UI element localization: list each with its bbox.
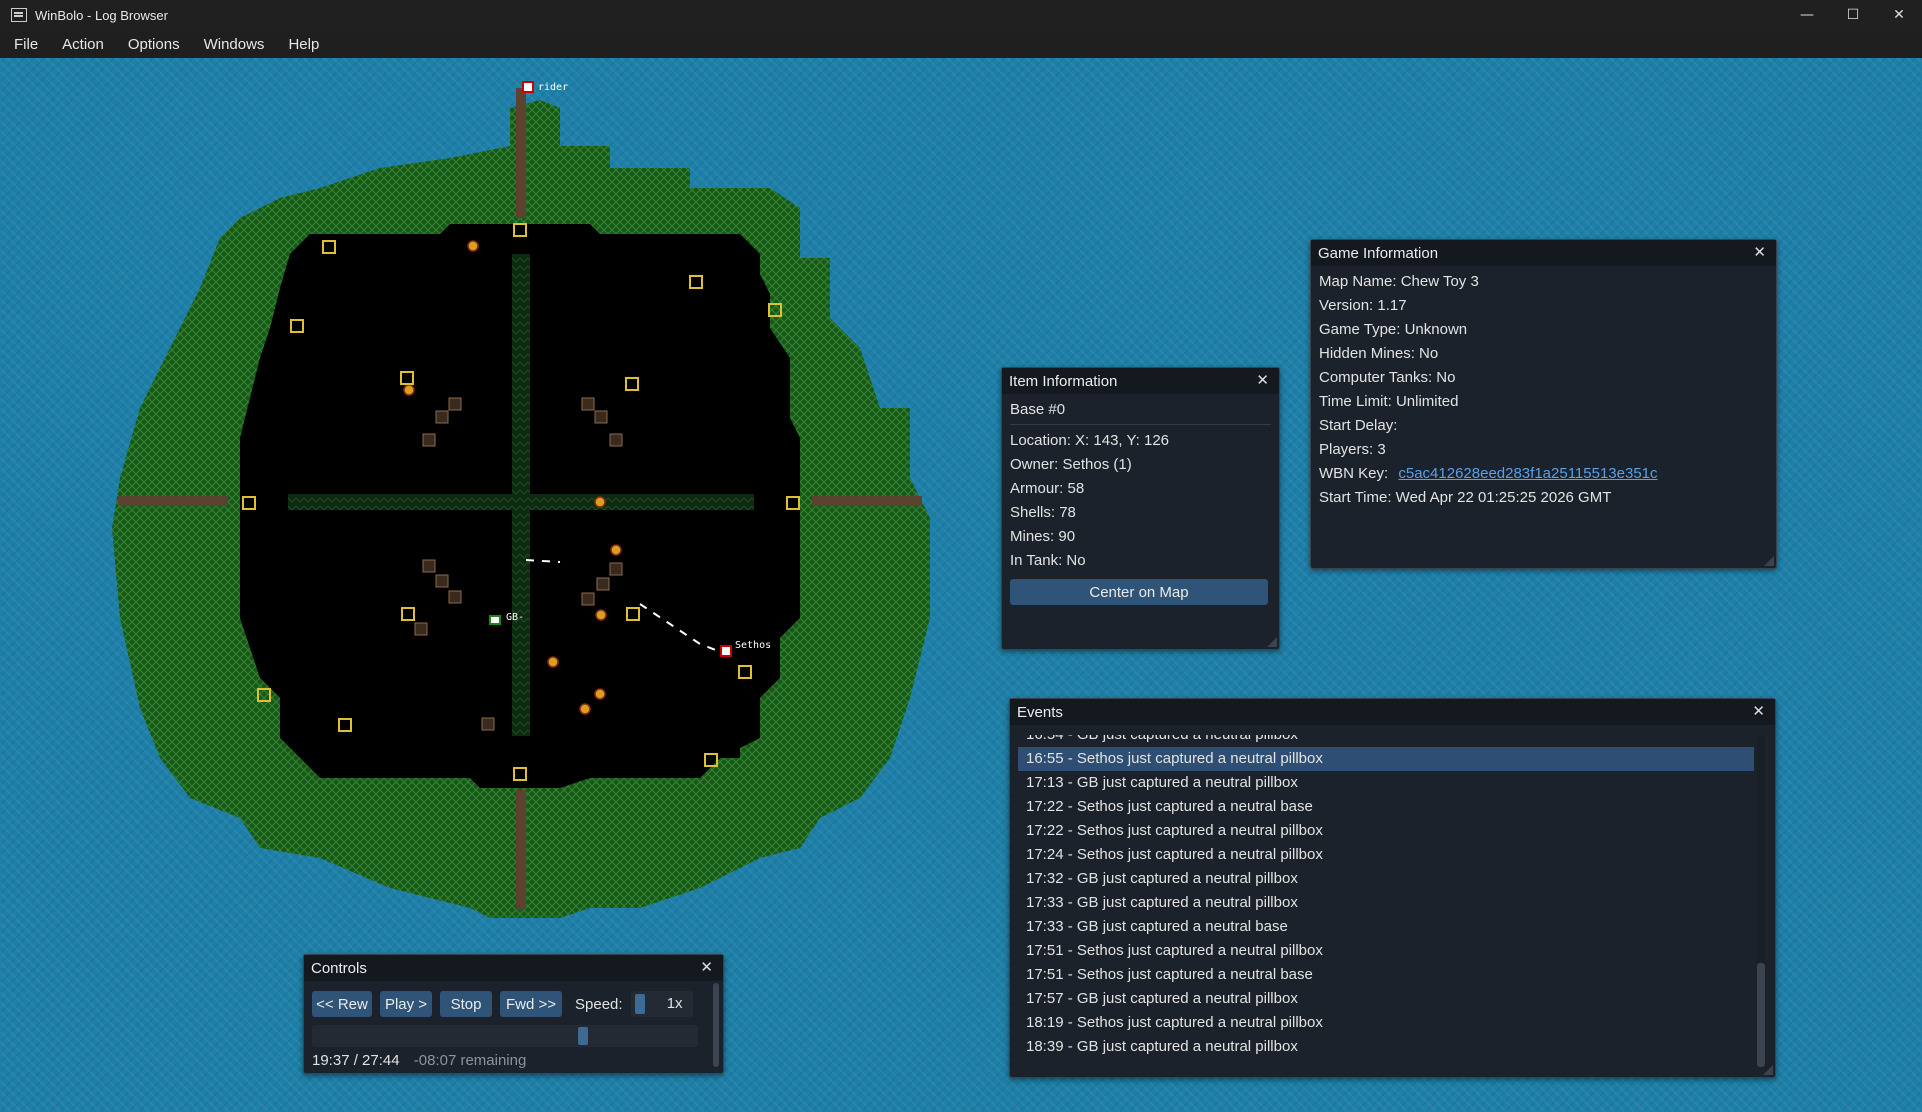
event-item-partial[interactable]: 16:54 - GB just captured a neutral pillb… [1018,735,1754,747]
item-info-title: Item Information [1009,372,1118,390]
forward-button[interactable]: Fwd >> [500,991,562,1017]
time-remaining: -08:07 remaining [413,1052,527,1069]
event-item[interactable]: 17:32 - GB just captured a neutral pillb… [1018,867,1754,891]
item-info-shells: Shells: 78 [1010,504,1076,521]
game-info-close-icon[interactable]: ✕ [1753,243,1766,261]
event-item[interactable]: 17:33 - GB just captured a neutral pillb… [1018,891,1754,915]
event-item[interactable]: 18:19 - Sethos just captured a neutral p… [1018,1011,1754,1035]
progress-thumb[interactable] [578,1027,588,1045]
item-info-armour: Armour: 58 [1010,480,1085,497]
game-info-start-time: Start Time: Wed Apr 22 01:25:25 2026 GMT [1319,489,1612,506]
menu-action[interactable]: Action [52,36,114,53]
player-gb-marker [489,615,501,625]
event-item[interactable]: 17:51 - Sethos just captured a neutral b… [1018,963,1754,987]
window-title: WinBolo - Log Browser [35,7,168,23]
close-window-icon[interactable]: ✕ [1876,0,1922,30]
game-info-title: Game Information [1318,244,1439,262]
wbn-key-link[interactable]: c5ac412628eed283f1a25115513e351c [1398,465,1657,482]
game-info-players: Players: 3 [1319,441,1386,458]
item-info-panel: Item Information ✕ Base #0 Location: X: … [1001,367,1280,650]
maximize-icon[interactable]: ☐ [1830,0,1876,30]
game-info-computer-tanks: Computer Tanks: No [1319,369,1456,386]
road-north [516,88,526,218]
speed-slider[interactable]: 1x [630,991,693,1017]
item-info-close-icon[interactable]: ✕ [1256,371,1269,389]
events-panel: Events ✕ 16:54 - GB just captured a neut… [1009,698,1776,1078]
road-west [118,496,228,506]
event-item[interactable]: 17:13 - GB just captured a neutral pillb… [1018,771,1754,795]
game-info-time-limit: Time Limit: Unlimited [1319,393,1459,410]
speed-slider-thumb[interactable] [634,994,645,1014]
wbn-key-label: WBN Key: [1319,465,1389,482]
menu-options[interactable]: Options [118,36,190,53]
game-info-version: Version: 1.17 [1319,297,1407,314]
events-close-icon[interactable]: ✕ [1752,702,1765,720]
player-sethos-marker [720,645,732,657]
game-info-game-type: Game Type: Unknown [1319,321,1468,338]
minimize-icon[interactable]: — [1784,0,1830,30]
menu-help[interactable]: Help [278,36,329,53]
event-item-selected[interactable]: 16:55 - Sethos just captured a neutral p… [1018,747,1754,771]
item-info-resize-handle[interactable] [1267,637,1277,647]
events-title: Events [1017,703,1063,721]
game-info-resize-handle[interactable] [1764,556,1774,566]
game-info-panel: Game Information ✕ Map Name: Chew Toy 3 … [1310,239,1777,569]
event-item[interactable]: 17:24 - Sethos just captured a neutral p… [1018,843,1754,867]
item-info-heading: Base #0 [1010,398,1271,425]
player-rider-marker [522,81,534,93]
item-info-header: Item Information ✕ [1002,368,1279,394]
controls-close-icon[interactable]: ✕ [700,958,713,976]
events-scrollbar[interactable] [1757,735,1765,1067]
center-on-map-button[interactable]: Center on Map [1010,579,1268,605]
item-info-owner: Owner: Sethos (1) [1010,456,1132,473]
window-controls: — ☐ ✕ [1784,0,1922,30]
fortress-road-h [288,494,754,510]
menu-file[interactable]: File [4,36,48,53]
playback-time: 19:37 / 27:44 [312,1052,400,1069]
game-info-wbn-row: WBN Key: c5ac412628eed283f1a25115513e351… [1319,462,1768,486]
event-item[interactable]: 17:51 - Sethos just captured a neutral p… [1018,939,1754,963]
game-info-header: Game Information ✕ [1311,240,1776,266]
event-item[interactable]: 17:22 - Sethos just captured a neutral p… [1018,819,1754,843]
progress-track[interactable] [312,1025,698,1047]
app-icon [11,8,27,22]
rewind-button[interactable]: << Rew [312,991,372,1017]
events-list[interactable]: 16:54 - GB just captured a neutral pillb… [1018,735,1754,1067]
stop-button[interactable]: Stop [440,991,492,1017]
event-item[interactable]: 17:33 - GB just captured a neutral base [1018,915,1754,939]
event-item[interactable]: 18:39 - GB just captured a neutral pillb… [1018,1035,1754,1059]
controls-title: Controls [311,959,367,977]
road-south [516,790,526,910]
events-header: Events ✕ [1010,699,1775,725]
player-label-rider: rider [538,82,568,93]
game-info-start-delay: Start Delay: [1319,417,1398,434]
speed-label: Speed: [575,995,623,1013]
controls-scrollbar[interactable] [713,983,719,1067]
title-bar: WinBolo - Log Browser — ☐ ✕ [0,0,1922,30]
controls-panel: Controls ✕ << Rew Play > Stop Fwd >> Spe… [303,954,724,1074]
road-east [812,496,922,506]
item-info-in-tank: In Tank: No [1010,552,1086,569]
player-label-gb: GB- [506,612,524,623]
event-item[interactable]: 17:57 - GB just captured a neutral pillb… [1018,987,1754,1011]
controls-header: Controls ✕ [304,955,723,981]
events-resize-handle[interactable] [1763,1065,1773,1075]
game-info-hidden-mines: Hidden Mines: No [1319,345,1439,362]
play-button[interactable]: Play > [380,991,432,1017]
item-info-mines: Mines: 90 [1010,528,1076,545]
menu-windows[interactable]: Windows [194,36,275,53]
speed-value: 1x [666,995,683,1012]
game-info-map-name: Map Name: Chew Toy 3 [1319,273,1479,290]
event-item[interactable]: 17:22 - Sethos just captured a neutral b… [1018,795,1754,819]
item-info-location: Location: X: 143, Y: 126 [1010,432,1170,449]
menu-bar: File Action Options Windows Help [0,30,1922,58]
events-scrollbar-thumb[interactable] [1757,963,1765,1067]
player-label-sethos: Sethos [735,640,771,651]
